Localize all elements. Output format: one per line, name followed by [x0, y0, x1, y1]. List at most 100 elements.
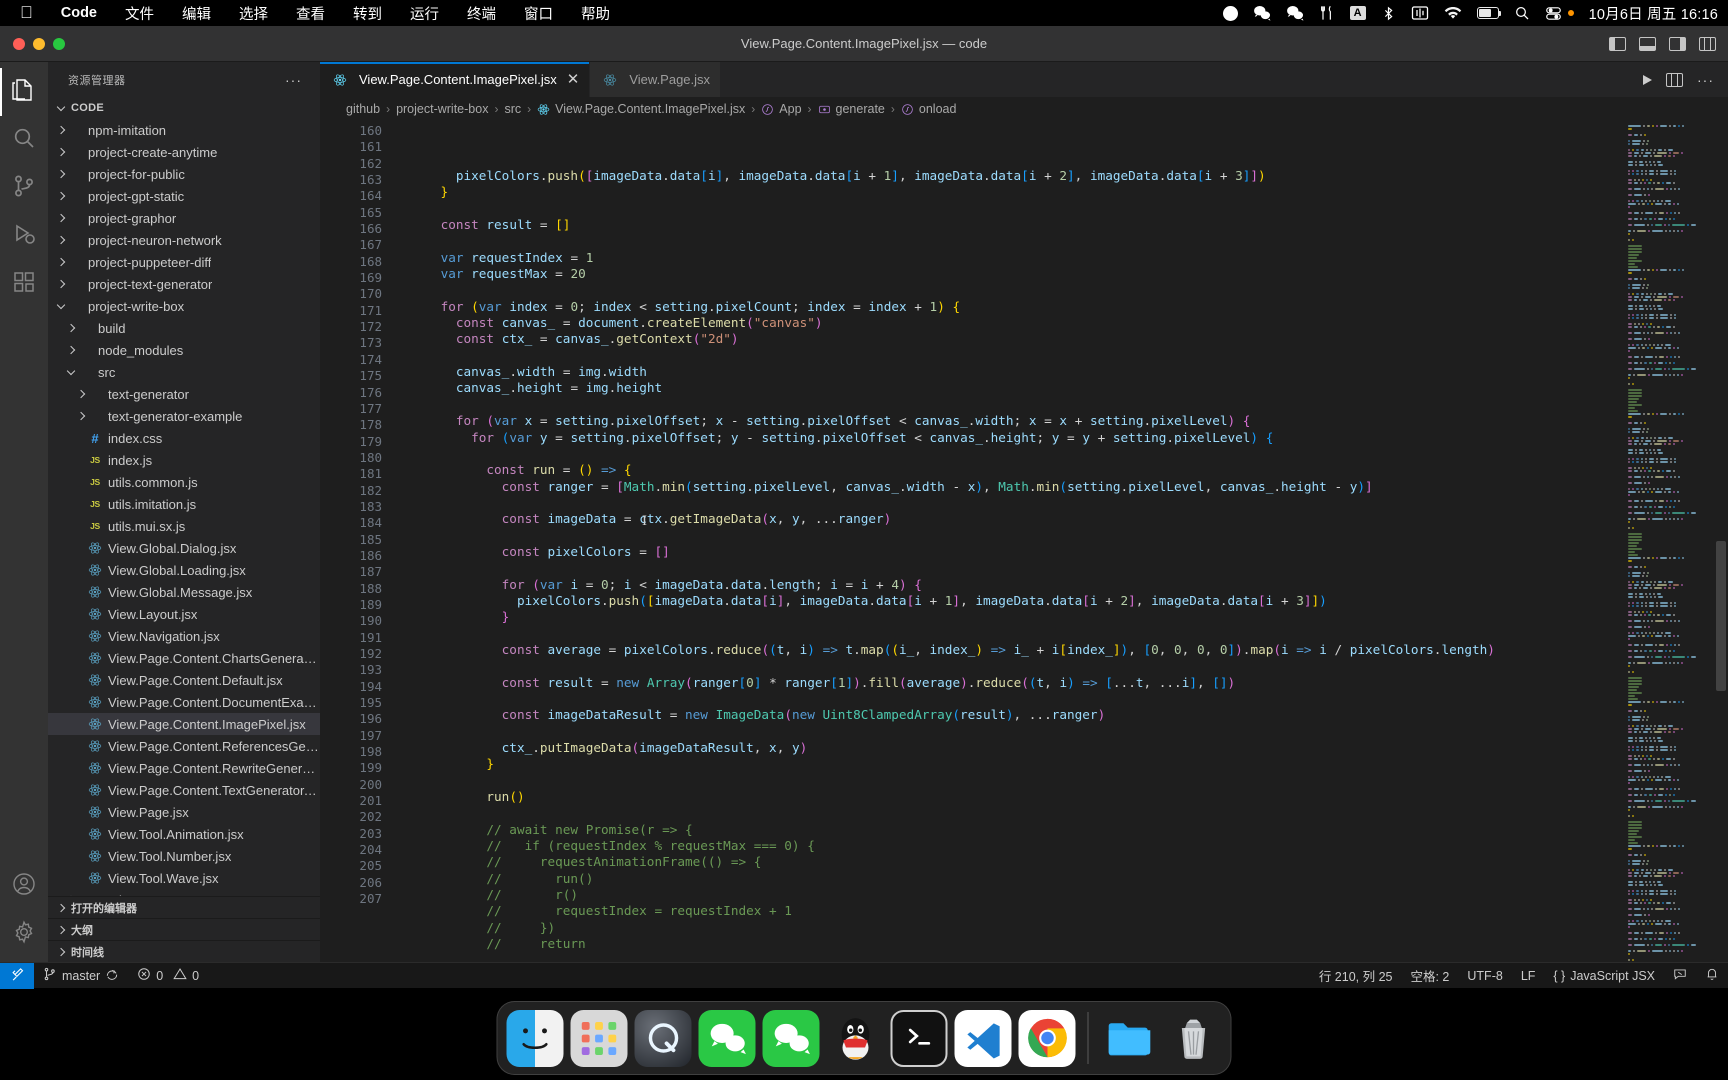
status-notifications[interactable]: [1696, 963, 1728, 989]
breadcrumb-project[interactable]: project-write-box: [396, 102, 488, 116]
tree-item[interactable]: build: [48, 317, 320, 339]
dock-downloads-folder[interactable]: [1101, 1010, 1158, 1067]
menu-go[interactable]: 转到: [339, 3, 396, 24]
dock-qq[interactable]: [827, 1010, 884, 1067]
explorer-root-section[interactable]: CODE: [48, 97, 320, 119]
code-line[interactable]: [410, 201, 1620, 217]
code-line[interactable]: canvas_.height = img.height: [410, 380, 1620, 396]
activity-run-and-debug[interactable]: [0, 212, 48, 260]
tree-item[interactable]: View.Layout.jsx: [48, 603, 320, 625]
tree-item[interactable]: View.Tool.Wave.jsx: [48, 867, 320, 889]
menu-edit[interactable]: 编辑: [168, 3, 225, 24]
dock-finder[interactable]: [506, 1009, 564, 1067]
tree-item[interactable]: View.Tool.Animation.jsx: [48, 823, 320, 845]
code-line[interactable]: [410, 348, 1620, 364]
code-line[interactable]: const average = pixelColors.reduce((t, i…: [410, 642, 1620, 658]
tree-item[interactable]: View.Page.Content.ReferencesGenera…: [48, 735, 320, 757]
activity-search[interactable]: [0, 116, 48, 164]
tree-item[interactable]: View.Global.Loading.jsx: [48, 559, 320, 581]
code-line[interactable]: for (var index = 0; index < setting.pixe…: [410, 299, 1620, 315]
code-line[interactable]: [410, 805, 1620, 821]
status-eol[interactable]: LF: [1512, 963, 1545, 989]
dock-wechat[interactable]: [698, 1009, 756, 1067]
code-line[interactable]: pixelColors.push([imageData.data[i], ima…: [410, 168, 1620, 184]
activity-explorer[interactable]: [0, 68, 48, 116]
tree-item[interactable]: project-write-box: [48, 295, 320, 317]
tree-item[interactable]: project-gpt-static: [48, 185, 320, 207]
code-line[interactable]: for (var x = setting.pixelOffset; x - se…: [410, 413, 1620, 429]
code-line[interactable]: [410, 691, 1620, 707]
menu-help[interactable]: 帮助: [567, 3, 624, 24]
tree-item[interactable]: src: [48, 361, 320, 383]
code-line[interactable]: for (var i = 0; i < imageData.data.lengt…: [410, 577, 1620, 593]
status-feedback[interactable]: [1664, 963, 1696, 989]
code-line[interactable]: // if (requestIndex % requestMax === 0) …: [410, 838, 1620, 854]
battery-icon[interactable]: [1476, 7, 1502, 19]
status-problems[interactable]: 0 0: [128, 963, 208, 989]
code-line[interactable]: pixelColors.push([imageData.data[i], ima…: [410, 593, 1620, 609]
code-editor[interactable]: 160 161 162 163 164 165 166 167 168 169 170 171 172 1…: [320, 121, 1728, 962]
code-line[interactable]: [410, 658, 1620, 674]
code-line[interactable]: // }): [410, 920, 1620, 936]
code-line[interactable]: }: [410, 609, 1620, 625]
breadcrumb-onload[interactable]: onload: [919, 102, 957, 116]
activity-accounts[interactable]: [0, 862, 48, 910]
code-line[interactable]: const run = () => {: [410, 462, 1620, 478]
code-line[interactable]: const result = []: [410, 217, 1620, 233]
more-actions-icon[interactable]: ···: [1697, 72, 1714, 88]
section-timeline[interactable]: 时间线: [48, 940, 320, 962]
tree-item[interactable]: static: [48, 889, 320, 897]
dock-wechat-work[interactable]: [762, 1009, 820, 1067]
activity-extensions[interactable]: [0, 260, 48, 308]
breadcrumb-app[interactable]: App: [779, 102, 801, 116]
run-icon[interactable]: [1643, 74, 1652, 85]
section-outline[interactable]: 大纲: [48, 918, 320, 940]
breadcrumb-src[interactable]: src: [504, 102, 521, 116]
screen-mirroring-icon[interactable]: [1411, 4, 1429, 22]
remote-window-button[interactable]: [0, 962, 34, 989]
menu-selection[interactable]: 选择: [225, 3, 282, 24]
code-line[interactable]: const pixelColors = []: [410, 544, 1620, 560]
minimap[interactable]: [1620, 121, 1728, 962]
code-line[interactable]: for (var y = setting.pixelOffset; y - se…: [410, 430, 1620, 446]
tree-item[interactable]: JS index.js: [48, 449, 320, 471]
file-tree[interactable]: npm-imitation project-create-anytime proje…: [48, 119, 320, 896]
status-cursor-position[interactable]: 行 210, 列 25: [1310, 963, 1402, 989]
toggle-panel-icon[interactable]: [1639, 37, 1656, 51]
tree-item[interactable]: project-neuron-network: [48, 229, 320, 251]
section-open-editors[interactable]: 打开的编辑器: [48, 896, 320, 918]
tree-item[interactable]: project-graphor: [48, 207, 320, 229]
scrollbar-thumb[interactable]: [1716, 541, 1726, 691]
tree-item[interactable]: # index.css: [48, 427, 320, 449]
code-line[interactable]: const ranger = [Math.min(setting.pixelLe…: [410, 479, 1620, 495]
vertical-scrollbar[interactable]: [1714, 121, 1728, 962]
menu-run[interactable]: 运行: [396, 3, 453, 24]
code-content[interactable]: I pixelColors.push([imageData.data[i], i…: [410, 121, 1620, 962]
tree-item[interactable]: View.Page.Content.Default.jsx: [48, 669, 320, 691]
breadcrumb-generate[interactable]: generate: [836, 102, 885, 116]
sidebar-more-actions-icon[interactable]: ···: [285, 72, 302, 88]
code-line[interactable]: [410, 773, 1620, 789]
bluetooth-icon[interactable]: [1381, 6, 1396, 21]
maximize-window-button[interactable]: [53, 37, 65, 50]
code-line[interactable]: [410, 528, 1620, 544]
fold-gutter[interactable]: [396, 121, 410, 962]
tree-item[interactable]: View.Page.Content.ImagePixel.jsx: [48, 713, 320, 735]
code-line[interactable]: [410, 233, 1620, 249]
menu-code[interactable]: Code: [47, 5, 111, 21]
code-line[interactable]: var requestMax = 20: [410, 266, 1620, 282]
code-line[interactable]: ctx_.putImageData(imageDataResult, x, y): [410, 740, 1620, 756]
dock-chrome[interactable]: [1018, 1009, 1076, 1067]
code-line[interactable]: [410, 397, 1620, 413]
code-line[interactable]: }: [410, 756, 1620, 772]
code-line[interactable]: const canvas_ = document.createElement("…: [410, 315, 1620, 331]
code-line[interactable]: const result = new Array(ranger[0] * ran…: [410, 675, 1620, 691]
dock-launchpad[interactable]: [570, 1009, 628, 1067]
tree-item[interactable]: View.Page.Content.RewriteGenerator.j…: [48, 757, 320, 779]
customize-layout-icon[interactable]: [1699, 37, 1716, 51]
activity-settings[interactable]: [0, 910, 48, 958]
dock-vscode[interactable]: [954, 1009, 1012, 1067]
activity-source-control[interactable]: [0, 164, 48, 212]
record-icon[interactable]: [1222, 5, 1238, 21]
tree-item[interactable]: text-generator-example: [48, 405, 320, 427]
